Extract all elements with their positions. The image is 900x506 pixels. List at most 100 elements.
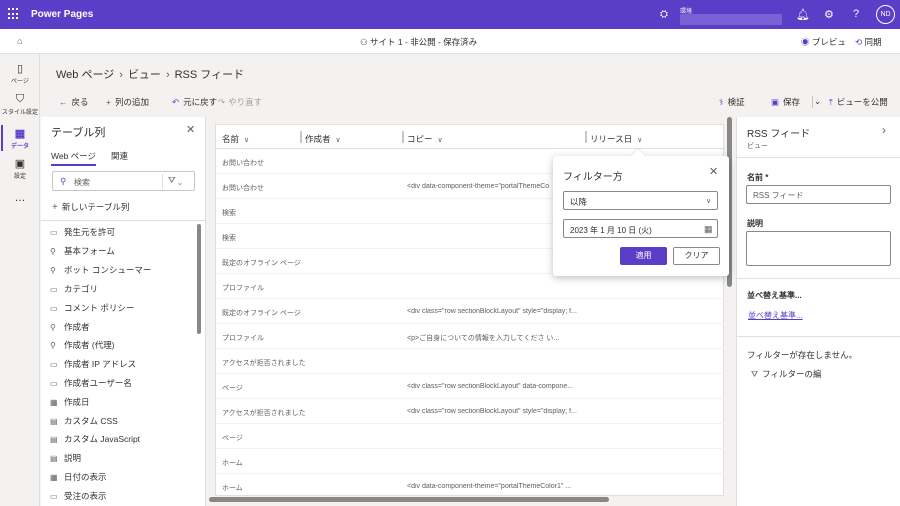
sync-button[interactable]: ⟲ 同期 (855, 36, 882, 48)
filter-operator-select[interactable]: 以降 ∨ (563, 191, 718, 210)
column-header-author[interactable]: 作成者 ∨ (305, 133, 341, 145)
horizontal-scrollbar[interactable] (209, 497, 609, 502)
table-row[interactable]: ページ <div class="row sectionBlockLayout" d… (216, 374, 725, 399)
field-icon: ⚲ (50, 323, 56, 332)
environment-icon[interactable]: ⛭ (660, 9, 668, 20)
table-row[interactable]: ホーム (216, 449, 725, 474)
cell-name: ホーム (222, 460, 243, 467)
panel-divider (737, 157, 900, 158)
description-field[interactable] (746, 231, 891, 266)
table-row[interactable]: ホーム <div data-component-theme="portalThem… (216, 474, 725, 499)
name-field[interactable]: RSS フィード (746, 185, 891, 204)
help-icon[interactable]: ? (853, 8, 859, 20)
chevron-down-icon: ∨ (637, 137, 643, 144)
table-row[interactable]: 既定のオフライン ページ <div class="row sectionBlock… (216, 299, 725, 324)
waffle-icon[interactable] (8, 8, 20, 20)
column-header-release-date[interactable]: リリース日 ∨ (590, 133, 642, 145)
list-item[interactable]: ▭ 受注の表示 (50, 490, 107, 502)
nav-data[interactable]: ▦ データ (0, 125, 40, 151)
breadcrumb-views[interactable]: ビュー (128, 69, 161, 81)
back-button[interactable]: ← 戻る (59, 96, 89, 108)
field-label: カスタム CSS (64, 416, 118, 426)
undo-button[interactable]: ↶ 元に戻す (172, 96, 217, 108)
close-icon[interactable]: ✕ (709, 165, 718, 178)
column-header-copy[interactable]: コピー ∨ (407, 133, 443, 145)
field-label: 作成者 (64, 322, 90, 332)
cell-copy: <div class="row sectionBlockLayout" styl… (407, 408, 577, 415)
back-label: 戻る (71, 97, 89, 107)
column-resize-handle[interactable] (402, 131, 404, 143)
nav-styling[interactable]: ⛉ スタイル設定 (0, 93, 40, 116)
list-item[interactable]: ▤ カスタム JavaScript (50, 433, 140, 445)
preview-label: プレビュ (811, 37, 846, 47)
cell-name: ホーム (222, 485, 243, 492)
column-resize-handle[interactable] (585, 131, 587, 143)
redo-button[interactable]: ↷ やり直す (218, 96, 262, 108)
list-item[interactable]: ▦ 作成日 (50, 396, 90, 408)
list-item[interactable]: ▤ カスタム CSS (50, 415, 118, 427)
add-column-label: 列の追加 (114, 97, 149, 107)
table-row[interactable]: アクセスが拒否されました (216, 349, 725, 374)
list-item[interactable]: ⚲ 基本フォーム (50, 245, 115, 257)
list-item[interactable]: ▤ 説明 (50, 452, 81, 464)
search-input[interactable]: 検索 (74, 177, 90, 188)
close-icon[interactable]: ✕ (186, 123, 195, 136)
save-dropdown-button[interactable]: ⌄ (814, 96, 821, 107)
tab-related[interactable]: 関連 (111, 150, 128, 162)
cell-copy: <div class="row sectionBlockLayout" styl… (407, 308, 577, 315)
apply-button[interactable]: 適用 (620, 247, 667, 265)
list-item[interactable]: ⚲ 作成者 (50, 321, 90, 333)
add-column-button[interactable]: + 列の追加 (106, 96, 149, 108)
publish-button[interactable]: ⤒ ビューを公開 (829, 96, 888, 108)
table-row[interactable]: アクセスが拒否されました <div class="row sectionBlock… (216, 399, 725, 424)
save-icon: ▣ (771, 97, 780, 107)
preview-button[interactable]: ◉ プレビュ (801, 36, 846, 48)
list-item[interactable]: ⚲ 作成者 (代理) (50, 339, 115, 351)
avatar[interactable]: ND (876, 5, 895, 24)
table-row[interactable]: ページ (216, 424, 725, 449)
validate-button[interactable]: ⚕ 検証 (719, 96, 745, 108)
nav-more[interactable]: … (0, 192, 40, 205)
calendar-icon[interactable]: ▦ (704, 224, 713, 235)
style-icon: ⛉ (15, 93, 25, 105)
edit-filter-button[interactable]: ⛛ フィルターの編 (751, 368, 821, 380)
sort-label: 並べ替え基準... (747, 291, 802, 300)
tab-web-page[interactable]: Web ページ (51, 150, 97, 166)
clear-button[interactable]: クリア (673, 247, 720, 265)
list-item[interactable]: ▭ カテゴリ (50, 283, 98, 295)
column-resize-handle[interactable] (300, 131, 302, 143)
list-item[interactable]: ▭ 作成者ユーザー名 (50, 377, 132, 389)
new-table-column-button[interactable]: + 新しいテーブル列 (52, 201, 129, 213)
filter-dropdown-icon[interactable]: ⛛ ⌄ (168, 175, 182, 186)
column-header-name[interactable]: 名前 ∨ (222, 133, 249, 145)
list-item[interactable]: ▦ 日付の表示 (50, 471, 107, 483)
field-icon: ⚲ (50, 266, 56, 275)
home-icon[interactable]: ⌂ (17, 36, 22, 46)
save-button[interactable]: ▣ 保存 (771, 96, 800, 108)
filter-date-field[interactable]: 2023 年 1 月 10 日 (火) ▦ (563, 219, 718, 238)
search-field: ⚲ 検索 ⛛ ⌄ (52, 171, 195, 191)
breadcrumb: Web ページ › ビュー › RSS フィード (56, 66, 244, 82)
field-label: 説明 (64, 453, 82, 463)
breadcrumb-web-pages[interactable]: Web ページ (56, 69, 114, 81)
chevron-down-icon: ∨ (335, 137, 341, 144)
list-item[interactable]: ▭ 発生元を許可 (50, 226, 115, 238)
search-divider (162, 174, 163, 189)
field-label: 作成日 (64, 397, 90, 407)
list-item[interactable]: ⚲ ボット コンシューマー (50, 264, 151, 276)
panel-scrollbar[interactable] (197, 224, 201, 334)
sort-link[interactable]: 並べ替え基準... (748, 310, 803, 321)
environment-name[interactable] (680, 14, 782, 25)
list-item[interactable]: ▭ コメント ポリシー (50, 302, 134, 314)
app-title[interactable]: Power Pages (31, 9, 93, 20)
chevron-right-icon[interactable]: › (882, 123, 886, 137)
field-icon: ▭ (50, 285, 58, 294)
field-icon: ▭ (50, 492, 58, 501)
list-item[interactable]: ▭ 作成者 IP アドレス (50, 358, 136, 370)
table-row[interactable]: プロファイル (216, 274, 725, 299)
gear-icon[interactable]: ⚙ (824, 8, 834, 21)
nav-pages[interactable]: ▯ ページ (0, 62, 40, 85)
bell-icon[interactable]: 🔔︎ (796, 8, 810, 21)
nav-setup[interactable]: ▣ 設定 (0, 157, 40, 180)
table-row[interactable]: プロファイル <p>ご自身についての情報を入力してくださ い... (216, 324, 725, 349)
